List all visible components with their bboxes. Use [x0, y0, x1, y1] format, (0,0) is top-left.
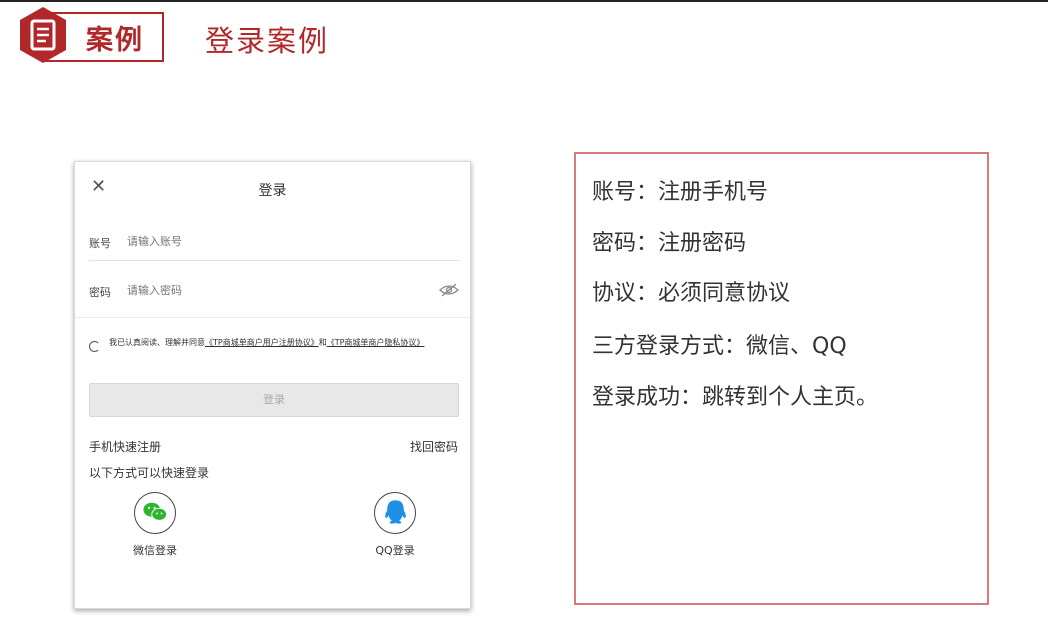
page-title: 登录案例 — [205, 24, 330, 58]
agreement-and: 和 — [318, 338, 327, 347]
account-input[interactable] — [127, 235, 417, 248]
requirement-success: 登录成功：跳转到个人主页。 — [592, 385, 879, 410]
divider — [75, 317, 470, 318]
wechat-icon[interactable] — [134, 492, 176, 534]
login-button[interactable]: 登录 — [89, 383, 459, 417]
agreement-prefix: 我已认真阅读、理解并同意 — [109, 338, 205, 347]
requirement-account: 账号：注册手机号 — [592, 180, 769, 205]
screen-title: 登录 — [258, 183, 287, 199]
agreement-text: 我已认真阅读、理解并同意《TP商城单商户用户注册协议》和《TP商城单商户隐私协议… — [109, 337, 459, 348]
eye-hidden-icon[interactable] — [439, 283, 459, 297]
wechat-login[interactable]: 微信登录 — [115, 492, 195, 558]
agreement-radio[interactable] — [89, 341, 100, 352]
account-field: 账号 — [89, 230, 459, 261]
case-badge: 案例 — [18, 6, 166, 64]
requirements-panel: 账号：注册手机号 密码：注册密码 协议：必须同意协议 三方登录方式：微信、QQ … — [574, 152, 989, 605]
password-input[interactable] — [127, 284, 417, 297]
document-icon — [20, 7, 66, 63]
top-rule — [0, 0, 1048, 2]
requirement-agreement: 协议：必须同意协议 — [592, 281, 791, 306]
badge-label: 案例 — [86, 25, 144, 56]
requirement-password: 密码：注册密码 — [592, 231, 747, 256]
register-link[interactable]: 手机快速注册 — [89, 438, 161, 455]
account-label: 账号 — [89, 237, 111, 250]
wechat-login-label: 微信登录 — [133, 544, 177, 557]
password-label: 密码 — [89, 286, 111, 299]
password-field: 密码 — [89, 279, 459, 309]
quick-login-title: 以下方式可以快速登录 — [89, 466, 210, 480]
privacy-agreement-link[interactable]: 《TP商城单商户隐私协议》 — [327, 338, 425, 347]
qq-login[interactable]: QQ登录 — [355, 492, 435, 558]
forgot-password-link[interactable]: 找回密码 — [410, 438, 458, 455]
requirement-third-party: 三方登录方式：微信、QQ — [592, 334, 847, 359]
user-agreement-link[interactable]: 《TP商城单商户用户注册协议》 — [205, 338, 319, 347]
qq-icon[interactable] — [374, 492, 416, 534]
qq-login-label: QQ登录 — [375, 544, 415, 557]
login-screen-mockup: ✕ 登录 账号 密码 我已认真阅读、理解并同意《TP商城单商户用户注册协议》和《… — [74, 161, 471, 609]
